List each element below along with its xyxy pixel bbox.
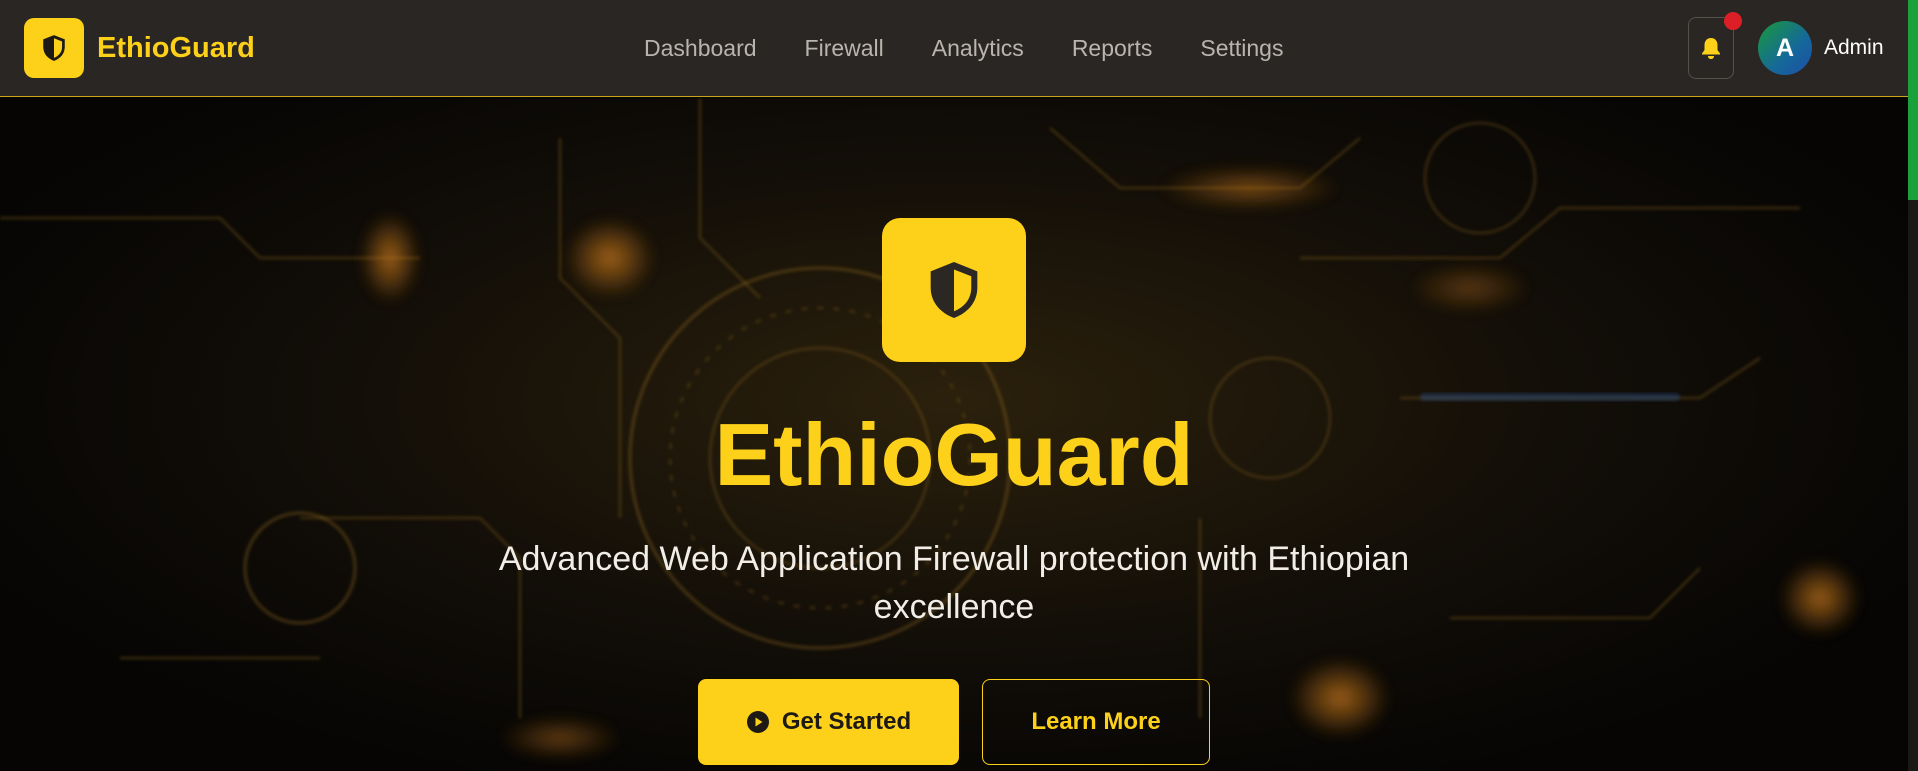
brand-logo (24, 18, 84, 78)
bell-icon (1702, 38, 1720, 59)
brand[interactable]: EthioGuard (24, 18, 255, 78)
shield-icon (930, 262, 978, 318)
nav-analytics[interactable]: Analytics (932, 35, 1024, 62)
nav-dashboard[interactable]: Dashboard (644, 35, 757, 62)
notifications-button[interactable] (1688, 12, 1742, 79)
scrollbar-thumb[interactable] (1908, 0, 1918, 200)
main-nav: Dashboard Firewall Analytics Reports Set… (644, 0, 1331, 97)
get-started-label: Get Started (781, 708, 912, 735)
hero-section: EthioGuard Advanced Web Application Fire… (0, 98, 1908, 771)
avatar: A (1758, 21, 1812, 75)
hero-logo (882, 218, 1026, 362)
nav-firewall[interactable]: Firewall (805, 35, 884, 62)
user-name: Admin (1824, 36, 1884, 59)
user-menu[interactable]: A Admin (1758, 21, 1884, 75)
hero-title: EthioGuard (714, 405, 1194, 504)
get-started-button[interactable]: Get Started (698, 679, 959, 765)
top-navbar: EthioGuard Dashboard Firewall Analytics … (0, 0, 1908, 97)
play-circle-icon (746, 711, 769, 733)
brand-name: EthioGuard (97, 31, 255, 64)
learn-more-label: Learn More (1031, 708, 1161, 735)
learn-more-button[interactable]: Learn More (982, 679, 1210, 765)
nav-settings[interactable]: Settings (1200, 35, 1283, 62)
hero-subtitle: Advanced Web Application Firewall protec… (498, 540, 1410, 626)
notification-badge (1724, 12, 1742, 30)
nav-reports[interactable]: Reports (1072, 35, 1153, 62)
shield-icon (43, 35, 65, 61)
